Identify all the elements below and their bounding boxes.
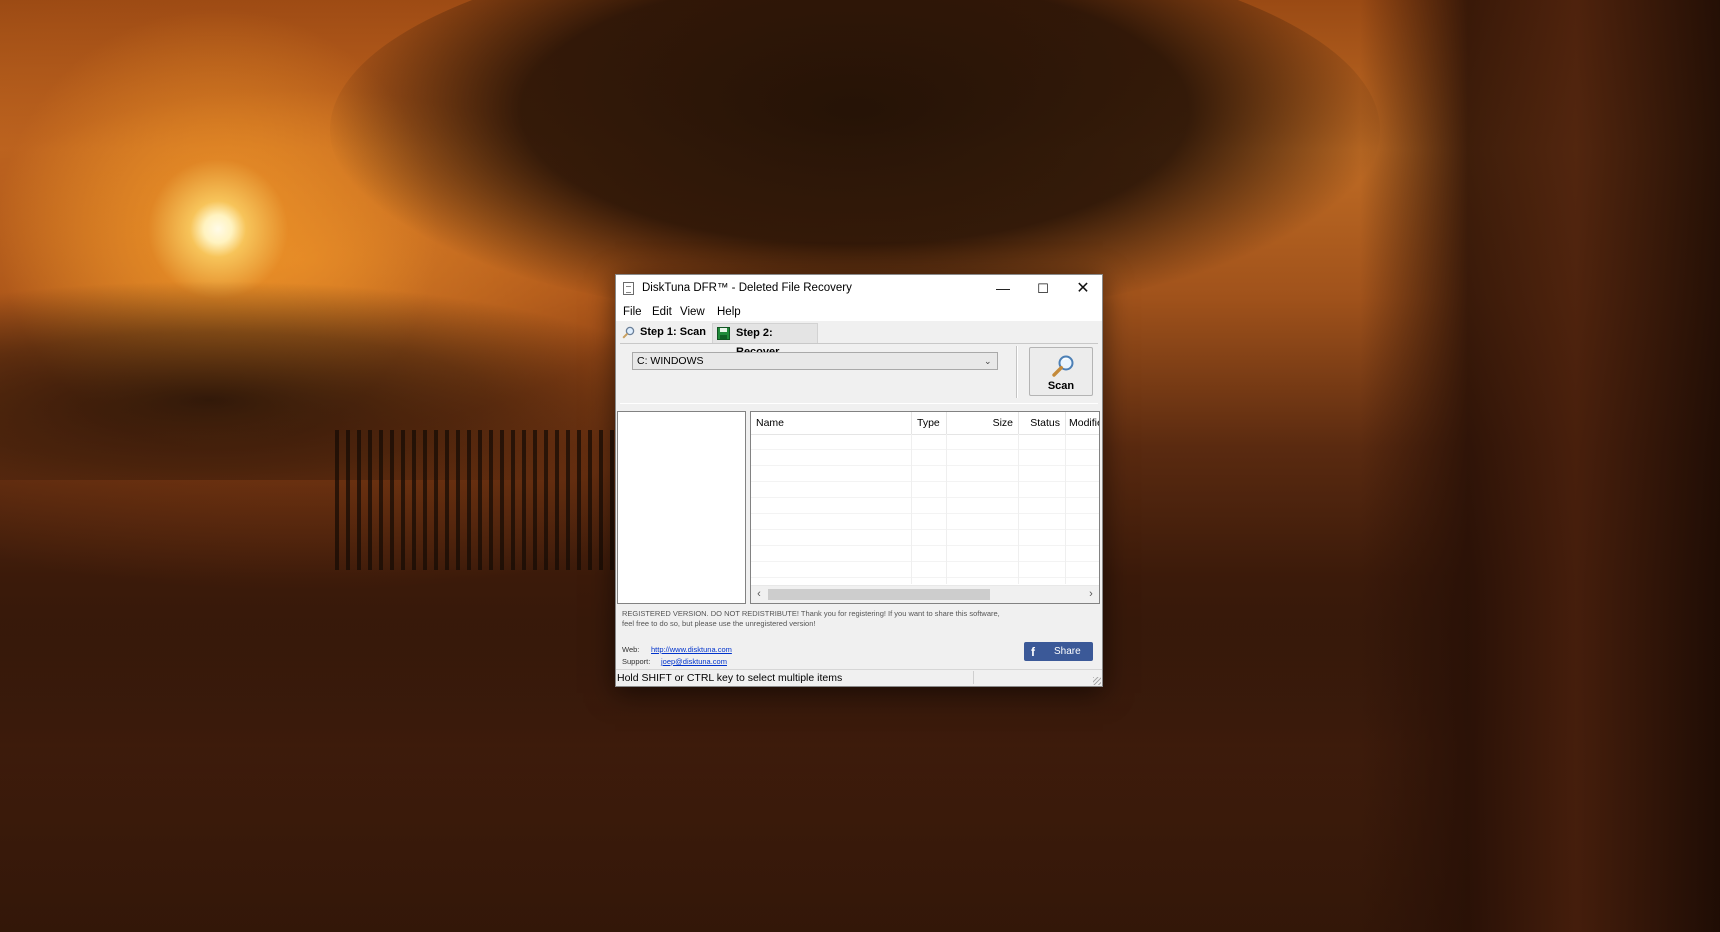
wallpaper-tree-trunk — [1360, 0, 1720, 932]
menu-edit[interactable]: Edit — [652, 306, 672, 318]
file-list-header: Name Type Size Status Modifie — [751, 412, 1099, 435]
file-list-rows — [751, 434, 1099, 584]
column-header-modified[interactable]: Modifie — [1066, 412, 1099, 434]
window-title: DiskTuna DFR™ - Deleted File Recovery — [642, 282, 852, 294]
drive-dropdown[interactable]: C: WINDOWS ⌄ — [632, 352, 998, 370]
status-divider — [973, 671, 974, 684]
horizontal-scrollbar[interactable]: ‹ › — [751, 585, 1099, 603]
share-button-label: Share — [1054, 646, 1081, 657]
maximize-button[interactable]: ☐ — [1023, 275, 1063, 303]
column-header-status[interactable]: Status — [1019, 412, 1066, 434]
drive-dropdown-value: C: WINDOWS — [637, 355, 704, 367]
wallpaper-treeline — [0, 280, 700, 480]
support-label: Support: — [622, 657, 651, 666]
status-text: Hold SHIFT or CTRL key to select multipl… — [617, 672, 843, 684]
column-header-type[interactable]: Type — [912, 412, 947, 434]
support-email-link[interactable]: joep@disktuna.com — [661, 657, 727, 666]
web-label: Web: — [622, 645, 640, 654]
column-divider — [911, 434, 912, 584]
tab-step-1-scan[interactable]: Step 1: Scan — [618, 323, 710, 343]
scan-panel: C: WINDOWS ⌄ Scan — [620, 343, 1098, 404]
minimize-button[interactable]: — — [983, 275, 1023, 303]
scan-button[interactable]: Scan — [1029, 347, 1093, 396]
column-header-size[interactable]: Size — [947, 412, 1019, 434]
folder-tree-pane[interactable] — [617, 411, 746, 604]
menu-help[interactable]: Help — [717, 306, 741, 318]
file-list-pane[interactable]: Name Type Size Status Modifie ‹ › — [750, 411, 1100, 604]
tab-step-1-label: Step 1: Scan — [640, 326, 707, 338]
panel-divider — [1016, 346, 1018, 398]
chevron-down-icon: ⌄ — [984, 356, 992, 366]
resize-grip-icon[interactable] — [1093, 677, 1101, 685]
save-disk-icon — [717, 327, 730, 340]
menu-bar: File Edit View Help — [616, 303, 1102, 321]
wallpaper-fence — [335, 430, 615, 570]
scrollbar-thumb[interactable] — [768, 589, 990, 600]
scroll-right-arrow-icon[interactable]: › — [1084, 587, 1098, 602]
status-bar: Hold SHIFT or CTRL key to select multipl… — [616, 669, 1102, 686]
app-window: DiskTuna DFR™ - Deleted File Recovery — … — [615, 274, 1103, 687]
magnifier-icon — [622, 326, 635, 339]
column-divider — [946, 434, 947, 584]
close-button[interactable]: ✕ — [1063, 275, 1103, 303]
scroll-left-arrow-icon[interactable]: ‹ — [752, 587, 766, 602]
registration-message: REGISTERED VERSION. DO NOT REDISTRIBUTE!… — [622, 609, 1000, 628]
menu-view[interactable]: View — [680, 306, 705, 318]
magnifier-icon — [1052, 355, 1074, 377]
wallpaper-tree-canopy — [330, 0, 1380, 320]
menu-file[interactable]: File — [623, 306, 642, 318]
facebook-icon: f — [1031, 645, 1035, 659]
column-divider — [1065, 434, 1066, 584]
step-tabs: Step 1: Scan Step 2: Recover — [616, 321, 1102, 358]
tab-step-2-recover[interactable]: Step 2: Recover — [712, 323, 818, 358]
scan-button-label: Scan — [1047, 380, 1075, 392]
title-bar[interactable]: DiskTuna DFR™ - Deleted File Recovery — … — [616, 275, 1102, 303]
column-divider — [1018, 434, 1019, 584]
web-link[interactable]: http://www.disktuna.com — [651, 645, 732, 654]
facebook-share-button[interactable]: f Share — [1024, 642, 1093, 661]
column-header-name[interactable]: Name — [751, 412, 912, 434]
app-document-icon — [623, 282, 634, 295]
